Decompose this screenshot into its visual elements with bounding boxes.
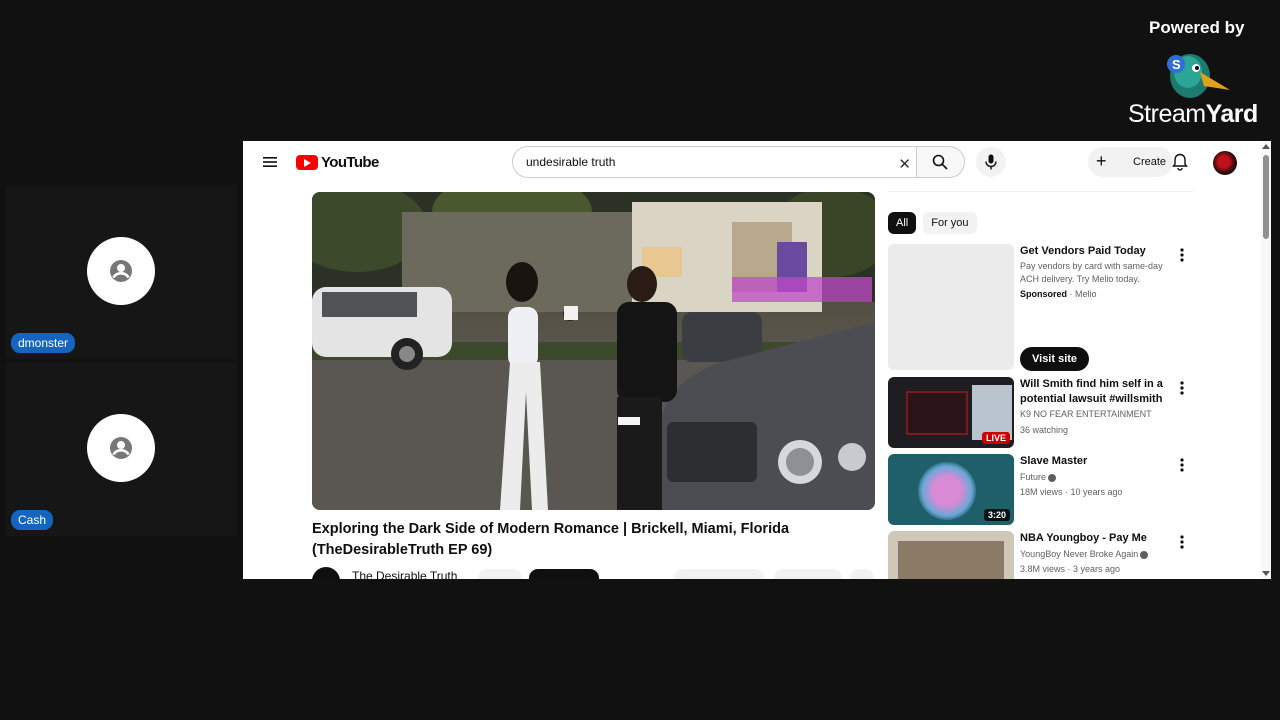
account-avatar[interactable] xyxy=(1213,151,1237,175)
shared-screen-youtube: YouTube undesirable truth ✕ + Create Exp… xyxy=(243,141,1271,579)
chip-for-you[interactable]: For you xyxy=(923,212,977,234)
share-button[interactable] xyxy=(774,569,842,579)
video-frame-image xyxy=(312,192,875,510)
more-vert-icon[interactable] xyxy=(1180,248,1184,262)
streamyard-duck-logo-icon: S xyxy=(1167,54,1230,98)
more-vert-icon[interactable] xyxy=(1180,535,1184,549)
search-icon xyxy=(932,154,948,170)
divider xyxy=(888,191,1193,192)
video-thumbnail[interactable]: 3:20 xyxy=(888,454,1014,525)
duration-badge: 3:20 xyxy=(983,509,1010,521)
ad-title: Get Vendors Paid Today xyxy=(1020,245,1146,257)
avatar xyxy=(87,237,155,305)
ad-thumbnail[interactable] xyxy=(888,244,1014,370)
person-icon xyxy=(110,437,132,459)
streamyard-wordmark: StreamYard xyxy=(1128,100,1258,128)
video-card-meta: 36 watching xyxy=(1020,425,1069,435)
svg-text:S: S xyxy=(1172,57,1181,72)
video-title: Exploring the Dark Side of Modern Romanc… xyxy=(312,521,790,558)
channel-name[interactable]: The Desirable Truth xyxy=(352,569,457,579)
video-card-channel: K9 NO FEAR ENTERTAINMENT xyxy=(1020,409,1152,419)
youtube-play-icon xyxy=(296,155,318,170)
youtube-logo[interactable]: YouTube xyxy=(296,154,379,171)
search-input-value: undesirable truth xyxy=(526,155,616,169)
more-vert-icon[interactable] xyxy=(1180,381,1184,395)
verified-icon xyxy=(1048,473,1057,482)
more-actions-button[interactable] xyxy=(850,569,874,579)
video-card-title: Will Smith find him self in a potential … xyxy=(1020,378,1163,405)
video-thumbnail[interactable]: LIVE xyxy=(888,377,1014,448)
chip-all[interactable]: All xyxy=(888,212,917,234)
notifications-bell-icon[interactable] xyxy=(1172,153,1188,171)
video-card-channel: Future xyxy=(1020,471,1170,484)
powered-by-label: Powered by xyxy=(1149,18,1245,37)
ad-description: Pay vendors by card with same-day ACH de… xyxy=(1020,261,1163,284)
visit-site-button[interactable]: Visit site xyxy=(1020,347,1090,371)
video-card-title: NBA Youngboy - Pay Me xyxy=(1020,532,1147,544)
participant-tile: Cash xyxy=(6,362,237,536)
sidebar-ad-card[interactable]: Get Vendors Paid Today Pay vendors by ca… xyxy=(888,244,1198,371)
video-card-meta: 18M views · 10 years ago xyxy=(1020,487,1123,497)
video-card-title: Slave Master xyxy=(1020,455,1088,467)
page-scrollbar[interactable] xyxy=(1261,141,1271,579)
hamburger-menu-icon[interactable] xyxy=(263,155,277,169)
sidebar-video-card[interactable]: NBA Youngboy - Pay Me YoungBoy Never Bro… xyxy=(888,531,1198,579)
like-dislike-button[interactable] xyxy=(674,569,764,579)
plus-icon: + xyxy=(1096,151,1107,171)
voice-search-button[interactable] xyxy=(976,147,1006,177)
video-player[interactable] xyxy=(312,192,875,510)
join-button[interactable] xyxy=(478,569,522,579)
filter-chips: All For you xyxy=(888,212,977,234)
channel-row: The Desirable Truth xyxy=(312,567,892,579)
scroll-down-arrow-icon[interactable] xyxy=(1262,571,1270,576)
more-vert-icon[interactable] xyxy=(1180,458,1184,472)
scrollbar-thumb[interactable] xyxy=(1263,155,1269,239)
create-button[interactable]: + Create xyxy=(1088,147,1173,177)
subscribe-button[interactable] xyxy=(529,569,599,579)
ad-sponsored-line: Sponsored · Melio xyxy=(1020,289,1097,299)
verified-icon xyxy=(1140,550,1149,559)
channel-avatar[interactable] xyxy=(312,567,340,579)
person-icon xyxy=(110,260,132,282)
participant-tile: dmonster xyxy=(6,185,237,359)
close-icon[interactable]: ✕ xyxy=(898,155,911,173)
participant-name-badge: Cash xyxy=(11,510,54,530)
sidebar-video-card[interactable]: LIVE Will Smith find him self in a poten… xyxy=(888,377,1198,448)
video-card-meta: 3.8M views · 3 years ago xyxy=(1020,564,1121,574)
search-button[interactable] xyxy=(916,146,965,178)
live-badge: LIVE xyxy=(981,432,1010,444)
search-input[interactable]: undesirable truth ✕ xyxy=(512,146,917,178)
video-thumbnail[interactable] xyxy=(888,531,1014,579)
participant-name-badge: dmonster xyxy=(11,333,76,353)
scroll-up-arrow-icon[interactable] xyxy=(1262,144,1270,149)
video-card-channel: YoungBoy Never Broke Again xyxy=(1020,548,1170,561)
microphone-icon xyxy=(985,154,997,170)
avatar xyxy=(87,414,155,482)
sidebar-video-card[interactable]: 3:20 Slave Master Future 18M views · 10 … xyxy=(888,454,1198,525)
